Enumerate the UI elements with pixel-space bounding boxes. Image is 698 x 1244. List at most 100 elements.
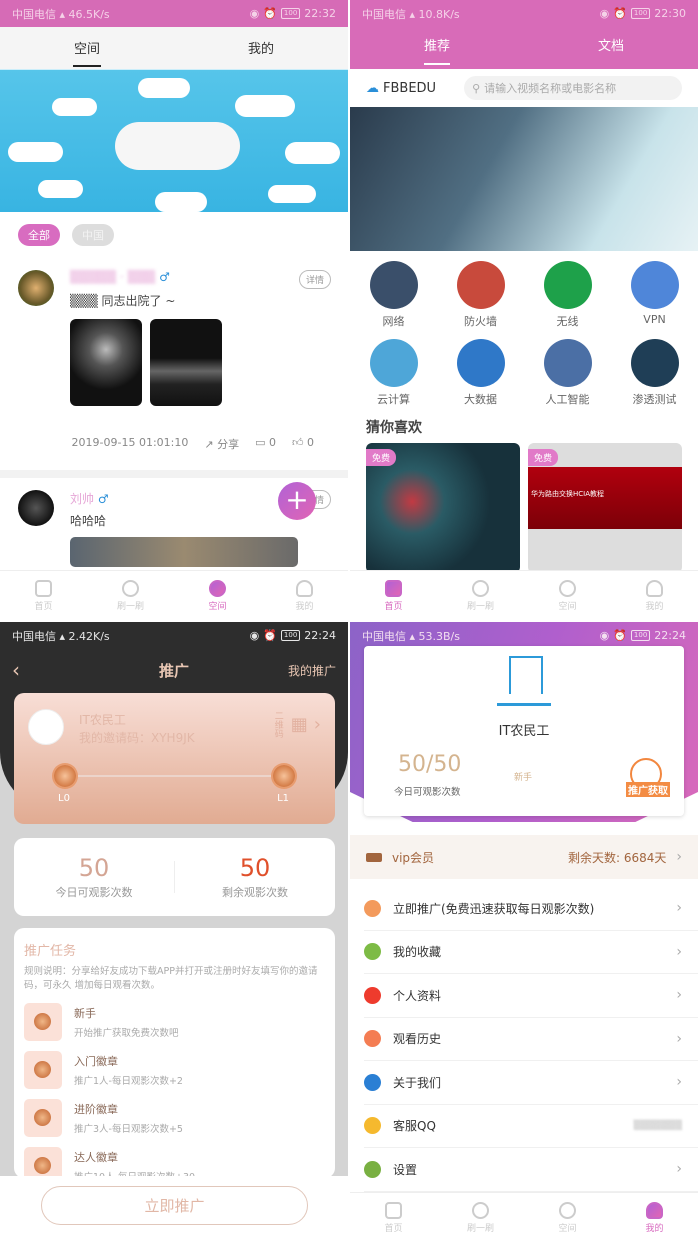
menu-item[interactable]: 关于我们 › bbox=[364, 1061, 698, 1105]
category-item[interactable]: 云计算 bbox=[350, 339, 437, 407]
nav-space[interactable]: 空间 bbox=[524, 571, 611, 620]
comment-button[interactable]: ▭ 0 bbox=[255, 436, 276, 452]
my-promotion-link[interactable]: 我的推广 bbox=[288, 662, 336, 679]
author-name[interactable]: ▒▒▒▒▒ · ▒▒▒ bbox=[70, 270, 155, 284]
like-button[interactable]: 👍︎ 0 bbox=[292, 436, 314, 452]
promo-banner[interactable] bbox=[350, 107, 698, 251]
nav-space[interactable]: 空间 bbox=[524, 1193, 611, 1242]
menu-item[interactable]: 立即推广(免费迅速获取每日观影次数) › bbox=[364, 887, 698, 931]
category-label: 大数据 bbox=[464, 393, 497, 406]
bottom-nav: 首页 刷一刷 空间 我的 bbox=[0, 570, 348, 620]
carrier: 中国电信 bbox=[12, 7, 56, 21]
search-input[interactable]: ⚲ 请输入视频名称或电影名称 bbox=[464, 76, 682, 100]
menu-value: ▒▒▒▒▒▒▒ bbox=[633, 1120, 682, 1131]
tab-recommend[interactable]: 推荐 bbox=[350, 27, 524, 69]
category-item[interactable]: 人工智能 bbox=[524, 339, 611, 407]
menu-item[interactable]: 设置 › bbox=[364, 1148, 698, 1192]
post-item[interactable]: ▒▒▒▒▒ · ▒▒▒ ♂ ▒▒▒ 同志出院了 ~ 详情 2019-09-15 … bbox=[0, 258, 348, 452]
cloud-icon-cluster bbox=[115, 122, 240, 170]
menu-item[interactable]: 我的收藏 › bbox=[364, 931, 698, 974]
nav-mine[interactable]: 我的 bbox=[611, 571, 698, 620]
menu-label: 设置 bbox=[393, 1162, 418, 1177]
user-avatar bbox=[28, 709, 64, 745]
level-label: 新手 bbox=[514, 773, 533, 783]
tab-space[interactable]: 空间 bbox=[0, 27, 174, 69]
category-label: 网络 bbox=[382, 315, 405, 328]
promote-now-button[interactable]: 立即推广 bbox=[41, 1186, 308, 1225]
nav-space[interactable]: 空间 bbox=[174, 571, 261, 620]
app-logo-icon bbox=[497, 656, 551, 706]
chip-all[interactable]: 全部 bbox=[18, 224, 60, 246]
category-icon bbox=[630, 339, 679, 387]
avatar[interactable] bbox=[18, 270, 54, 306]
post-text: ▒▒▒ 同志出院了 ~ bbox=[70, 294, 176, 308]
share-button[interactable]: ↗ 分享 bbox=[204, 436, 239, 452]
promote-get-button[interactable]: 推广获取 bbox=[626, 782, 670, 797]
chip-china[interactable]: 中国 bbox=[72, 224, 114, 246]
category-item[interactable]: 防火墙 bbox=[437, 261, 524, 329]
bottom-nav: 首页 刷一刷 空间 我的 bbox=[350, 570, 698, 620]
page-title: 推广 bbox=[158, 661, 189, 680]
post-image[interactable] bbox=[70, 319, 142, 406]
section-title: 猜你喜欢 bbox=[366, 420, 422, 436]
nav-refresh[interactable]: 刷一刷 bbox=[437, 1193, 524, 1242]
category-item[interactable]: VPN bbox=[611, 261, 698, 329]
vip-row[interactable]: vip会员 剩余天数: 6684天 › bbox=[350, 835, 698, 879]
carrier: 中国电信 bbox=[362, 7, 406, 21]
detail-button[interactable]: 详情 bbox=[298, 270, 331, 289]
author-name[interactable]: 刘帅 bbox=[70, 492, 94, 506]
info-icon bbox=[364, 1073, 381, 1091]
post-meta: 2019-09-15 01:01:10 ↗ 分享 ▭ 0 👍︎ 0 bbox=[18, 406, 330, 452]
avatar[interactable] bbox=[18, 490, 54, 526]
add-post-button[interactable]: + bbox=[278, 482, 316, 520]
nav-mine[interactable]: 我的 bbox=[611, 1193, 698, 1242]
nav-mine[interactable]: 我的 bbox=[261, 571, 348, 620]
refresh-icon bbox=[122, 579, 139, 597]
tab-docs[interactable]: 文档 bbox=[524, 27, 698, 69]
home-screen: 中国电信 ▴ 10.8K/s ◉ ⏰ 100 22:30 推荐 文档 ☁ FBBEDU … bbox=[350, 0, 698, 620]
category-item[interactable]: 大数据 bbox=[437, 339, 524, 407]
nav-refresh[interactable]: 刷一刷 bbox=[87, 571, 174, 620]
category-item[interactable]: 网络 bbox=[350, 261, 437, 329]
nav-home[interactable]: 首页 bbox=[350, 1193, 437, 1242]
view-ratio-label: 今日可观影次数 bbox=[394, 787, 461, 798]
post-image[interactable] bbox=[150, 319, 222, 406]
user-name: IT农民工 bbox=[498, 724, 550, 739]
nav-home[interactable]: 首页 bbox=[0, 571, 87, 620]
back-button[interactable]: ‹ bbox=[12, 658, 20, 682]
tab-mine[interactable]: 我的 bbox=[174, 27, 348, 69]
video-card[interactable]: 免费 bbox=[366, 443, 520, 573]
cloud-banner[interactable] bbox=[0, 70, 348, 212]
stat-today: 50 今日可观影次数 bbox=[55, 854, 133, 899]
status-bar: 中国电信 ▴ 53.3B/s ◉ ⏰ 100 22:24 bbox=[362, 629, 686, 643]
category-item[interactable]: 无线 bbox=[524, 261, 611, 329]
rules-text: 规则说明：分享给好友成功下载APP并打开或注册时好友填写你的邀请码，可永久 增加… bbox=[24, 966, 318, 991]
menu-label: 我的收藏 bbox=[393, 945, 442, 960]
bottom-nav: 首页 刷一刷 空间 我的 bbox=[350, 1192, 698, 1242]
qr-code-button[interactable]: 二维码 ▦ › bbox=[272, 711, 321, 738]
separator bbox=[0, 470, 348, 478]
menu-item[interactable]: 观看历史 › bbox=[364, 1018, 698, 1061]
free-badge: 免费 bbox=[528, 449, 559, 466]
video-card[interactable]: 华为路由交换HCIA教程 免费 bbox=[528, 443, 682, 573]
post-image[interactable] bbox=[70, 537, 298, 567]
level-label: L1 bbox=[277, 793, 289, 804]
clock: 22:24 bbox=[304, 629, 336, 642]
post-author[interactable]: ▒▒▒▒▒ · ▒▒▒ ♂ bbox=[70, 270, 330, 288]
category-icon bbox=[369, 339, 418, 387]
menu-label: 立即推广(免费迅速获取每日观影次数) bbox=[393, 901, 595, 916]
top-tabs: 推荐 文档 bbox=[350, 27, 698, 69]
category-label: VPN bbox=[643, 313, 666, 326]
menu-item[interactable]: 客服QQ ▒▒▒▒▒▒▒ bbox=[364, 1105, 698, 1148]
nav-home[interactable]: 首页 bbox=[350, 571, 437, 620]
comment-icon: ▭ bbox=[255, 436, 266, 449]
profile-card: IT农民工 50/50 今日可观影次数 新手 推广获取 bbox=[364, 646, 684, 816]
category-item[interactable]: 渗透测试 bbox=[611, 339, 698, 407]
headset-icon bbox=[364, 1117, 381, 1135]
eye-icon: ◉ bbox=[249, 629, 260, 642]
top-tabs: 空间 我的 bbox=[0, 27, 348, 70]
promotion-screen: 中国电信 ▴ 2.42K/s ◉ ⏰ 100 22:24 ‹ 推广 我的推广 IT农民… bbox=[0, 622, 348, 1242]
nav-refresh[interactable]: 刷一刷 bbox=[437, 571, 524, 620]
menu-item[interactable]: 个人资料 › bbox=[364, 974, 698, 1018]
chevron-right-icon: › bbox=[676, 1030, 682, 1047]
